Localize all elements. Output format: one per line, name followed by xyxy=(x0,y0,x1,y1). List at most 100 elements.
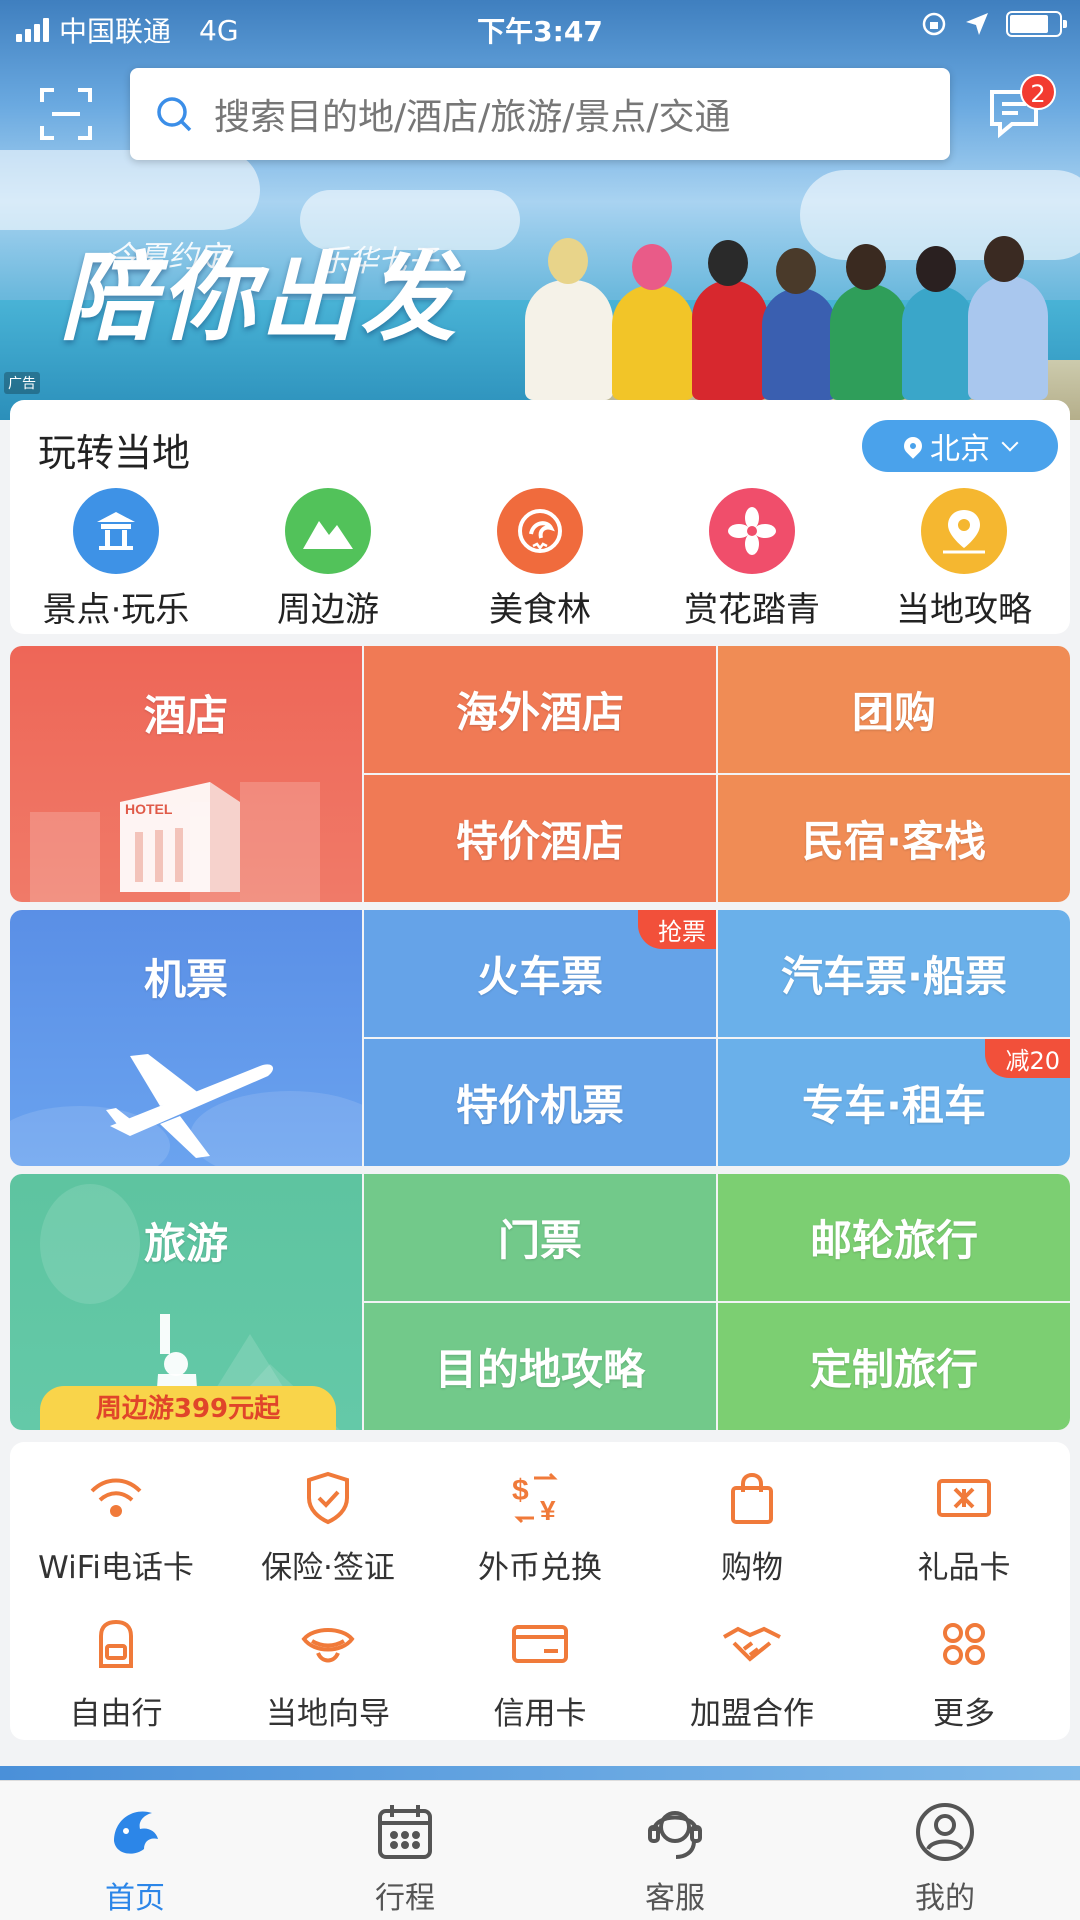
discount-flight-button[interactable]: 特价机票 xyxy=(364,1039,716,1166)
currency-exchange-icon: $ ¥ xyxy=(508,1468,572,1528)
tab-service[interactable]: 客服 xyxy=(540,1781,810,1920)
free-travel-button[interactable]: 自由行 xyxy=(10,1614,222,1733)
service-label: 外币兑换 xyxy=(478,1550,602,1586)
more-button[interactable]: 更多 xyxy=(858,1614,1070,1733)
cell-label: 团购 xyxy=(851,688,936,737)
search-icon xyxy=(157,97,192,132)
local-item-nearby[interactable]: 周边游 xyxy=(222,488,434,631)
cruise-button[interactable]: 邮轮旅行 xyxy=(718,1174,1070,1301)
user-icon xyxy=(912,1799,978,1865)
tab-itinerary[interactable]: 行程 xyxy=(270,1781,540,1920)
wifi-icon xyxy=(84,1468,148,1528)
shopping-button[interactable]: 购物 xyxy=(646,1468,858,1587)
service-label: WiFi电话卡 xyxy=(38,1550,194,1586)
custom-travel-button[interactable]: 定制旅行 xyxy=(718,1303,1070,1430)
gift-card-button[interactable]: 礼品卡 xyxy=(858,1468,1070,1587)
banner-slogan: 陪你出发 xyxy=(60,241,460,354)
scan-icon xyxy=(40,88,92,140)
tab-label: 客服 xyxy=(645,1881,705,1916)
service-label: 当地向导 xyxy=(266,1696,390,1732)
travel-button[interactable]: 旅游 周边游399元起 xyxy=(10,1174,362,1430)
dolphin-icon xyxy=(497,488,583,574)
travel-grid: 旅游 周边游399元起 门票 邮轮旅行 目的地攻略 定制旅行 xyxy=(10,1174,1070,1430)
svg-text:$: $ xyxy=(512,1474,529,1507)
airplane-icon xyxy=(10,1054,362,1166)
flower-icon xyxy=(709,488,795,574)
rotation-lock-icon xyxy=(922,12,946,36)
handshake-icon xyxy=(720,1614,784,1674)
flight-button[interactable]: 机票 xyxy=(10,910,362,1166)
local-item-guide[interactable]: 当地攻略 xyxy=(858,488,1070,631)
services-card: WiFi电话卡 保险·签证 $ ¥ 外币兑换 购物 礼品卡 自由行 当地向导 信… xyxy=(10,1442,1070,1740)
partnership-button[interactable]: 加盟合作 xyxy=(646,1614,858,1733)
discount-hotel-button[interactable]: 特价酒店 xyxy=(364,775,716,902)
city-name: 北京 xyxy=(930,432,990,467)
wifi-card-button[interactable]: WiFi电话卡 xyxy=(10,1468,222,1587)
service-label: 自由行 xyxy=(69,1696,163,1732)
search-placeholder: 搜索目的地/酒店/旅游/景点/交通 xyxy=(214,97,731,138)
tab-home[interactable]: 首页 xyxy=(0,1781,270,1920)
insurance-visa-button[interactable]: 保险·签证 xyxy=(222,1468,434,1587)
local-item-sights[interactable]: 景点·玩乐 xyxy=(10,488,222,631)
tab-mine[interactable]: 我的 xyxy=(810,1781,1080,1920)
service-label: 保险·签证 xyxy=(261,1550,395,1586)
local-item-food[interactable]: 美食林 xyxy=(434,488,646,631)
service-label: 礼品卡 xyxy=(917,1550,1011,1586)
map-pin-icon xyxy=(921,488,1007,574)
overseas-hotel-button[interactable]: 海外酒店 xyxy=(364,646,716,773)
tab-label: 我的 xyxy=(915,1881,975,1916)
currency-exchange-button[interactable]: $ ¥ 外币兑换 xyxy=(434,1468,646,1587)
city-selector[interactable]: 北京 xyxy=(862,420,1058,472)
train-ticket-button[interactable]: 火车票 抢票 xyxy=(364,910,716,1037)
transport-grid: 机票 火车票 抢票 汽车票·船票 特价机票 专车·租车 减20 xyxy=(10,910,1070,1166)
hotel-button[interactable]: 酒店 HOTEL xyxy=(10,646,362,902)
search-input[interactable]: 搜索目的地/酒店/旅游/景点/交通 xyxy=(130,68,950,160)
pavilion-icon xyxy=(73,488,159,574)
local-item-label: 景点·玩乐 xyxy=(42,590,190,630)
discount-badge: 减20 xyxy=(985,1039,1070,1078)
more-grid-icon xyxy=(932,1614,996,1674)
group-buy-button[interactable]: 团购 xyxy=(718,646,1070,773)
guide-icon xyxy=(296,1614,360,1674)
cell-label: 门票 xyxy=(497,1216,582,1265)
local-item-label: 美食林 xyxy=(489,590,591,630)
credit-card-icon xyxy=(508,1614,572,1674)
shield-icon xyxy=(296,1468,360,1528)
hotel-grid: 酒店 HOTEL 海外酒店 团购 特价酒店 民宿·客栈 xyxy=(10,646,1070,902)
local-guide-button[interactable]: 当地向导 xyxy=(222,1614,434,1733)
travel-label: 旅游 xyxy=(143,1219,228,1268)
backpack-icon xyxy=(84,1614,148,1674)
svg-text:HOTEL: HOTEL xyxy=(125,801,173,817)
service-label: 购物 xyxy=(721,1550,783,1586)
bus-ferry-button[interactable]: 汽车票·船票 xyxy=(718,910,1070,1037)
calendar-icon xyxy=(372,1799,438,1865)
cell-label: 邮轮旅行 xyxy=(809,1216,978,1265)
cell-label: 汽车票·船票 xyxy=(781,952,1007,1001)
local-item-flowers[interactable]: 赏花踏青 xyxy=(646,488,858,631)
cell-label: 定制旅行 xyxy=(809,1345,978,1394)
tab-bar: 首页 行程 客服 我的 xyxy=(0,1780,1080,1920)
hotel-label: 酒店 xyxy=(143,691,228,740)
tickets-button[interactable]: 门票 xyxy=(364,1174,716,1301)
nearby-promo-badge[interactable]: 周边游399元起 xyxy=(40,1386,336,1430)
cell-label: 专车·租车 xyxy=(802,1081,986,1130)
cell-label: 特价酒店 xyxy=(455,817,624,866)
mountain-icon xyxy=(285,488,371,574)
shopping-bag-icon xyxy=(720,1468,784,1528)
hero-banner[interactable]: 今夏约定 乐华七子 陪你出发 广告 xyxy=(0,0,1080,420)
scan-button[interactable] xyxy=(36,84,96,144)
svg-text:¥: ¥ xyxy=(540,1495,556,1526)
location-arrow-icon xyxy=(966,13,988,35)
battery-icon xyxy=(1006,11,1067,37)
service-label: 加盟合作 xyxy=(690,1696,814,1732)
tab-label: 首页 xyxy=(105,1881,165,1916)
hotel-building-icon: HOTEL xyxy=(30,782,320,902)
car-rental-button[interactable]: 专车·租车 减20 xyxy=(718,1039,1070,1166)
destination-guide-button[interactable]: 目的地攻略 xyxy=(364,1303,716,1430)
ad-label: 广告 xyxy=(4,372,40,394)
local-item-label: 周边游 xyxy=(277,590,379,630)
local-item-label: 赏花踏青 xyxy=(684,590,820,630)
credit-card-button[interactable]: 信用卡 xyxy=(434,1614,646,1733)
message-badge: 2 xyxy=(1020,74,1056,110)
homestay-button[interactable]: 民宿·客栈 xyxy=(718,775,1070,902)
